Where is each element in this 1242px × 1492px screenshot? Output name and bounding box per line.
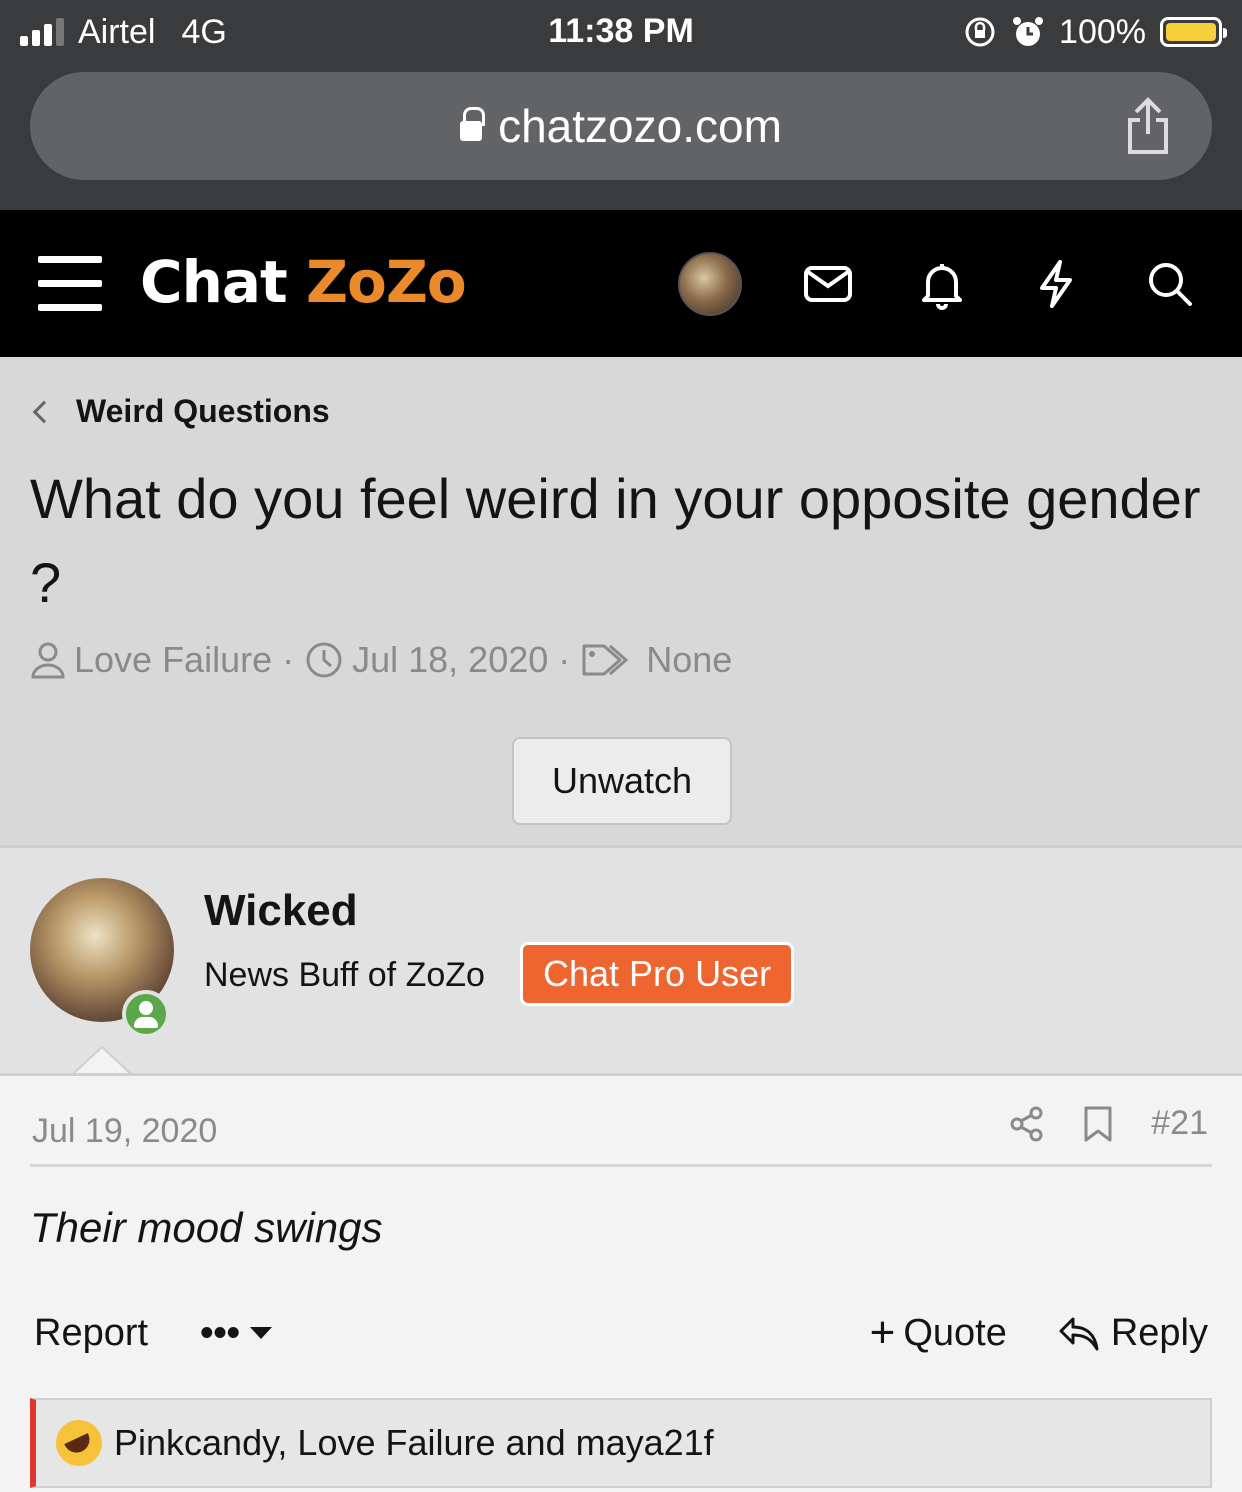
thread-date[interactable]: Jul 18, 2020: [352, 639, 548, 681]
search-icon[interactable]: [1142, 256, 1198, 312]
post-user-block: Wicked News Buff of ZoZo Chat Pro User: [0, 845, 1242, 1073]
post-username[interactable]: Wicked: [204, 886, 358, 936]
unwatch-button[interactable]: Unwatch: [512, 737, 732, 825]
breadcrumb[interactable]: Weird Questions: [30, 393, 330, 430]
reply-label: Reply: [1110, 1311, 1208, 1354]
post-date[interactable]: Jul 19, 2020: [32, 1112, 217, 1151]
post-body: Jul 19, 2020 #21 Their mood swings Repor…: [0, 1073, 1242, 1492]
battery-icon: [1160, 17, 1227, 47]
battery-percent: 100%: [1059, 12, 1146, 51]
thread-tags: None: [646, 639, 733, 680]
online-status-icon: [122, 990, 170, 1038]
clock-icon: [306, 642, 342, 678]
user-title: News Buff of ZoZo: [204, 956, 485, 994]
account-avatar[interactable]: [678, 252, 742, 316]
more-options-button[interactable]: •••: [200, 1312, 272, 1355]
url-bar[interactable]: chatzozo.com: [30, 72, 1212, 180]
chevron-left-icon: [32, 400, 56, 423]
site-logo[interactable]: Chat ZoZo: [140, 248, 467, 316]
site-header: Chat ZoZo: [0, 210, 1242, 357]
thread-title: What do you feel weird in your opposite …: [30, 467, 1201, 614]
post-actions: Report ••• + Quote Reply: [34, 1308, 1208, 1358]
laughing-emoji-icon: [56, 1420, 102, 1466]
reply-icon: [1059, 1317, 1099, 1351]
reactions-bar[interactable]: Pinkcandy, Love Failure and maya21f: [30, 1398, 1212, 1488]
quote-button[interactable]: + Quote: [870, 1311, 1007, 1355]
lock-icon: [460, 107, 486, 143]
url-text: chatzozo.com: [498, 100, 782, 152]
share-icon[interactable]: [1124, 96, 1172, 156]
thread-author[interactable]: Love Failure: [74, 639, 272, 681]
quote-label: Quote: [903, 1311, 1007, 1354]
reply-button[interactable]: Reply: [1057, 1312, 1208, 1355]
breadcrumb-label: Weird Questions: [76, 393, 330, 429]
report-button[interactable]: Report: [34, 1312, 148, 1355]
share-icon[interactable]: [1009, 1105, 1045, 1143]
rotation-lock-icon: [965, 17, 995, 47]
pointer-arrow: [72, 1046, 132, 1076]
alarm-icon: [1013, 17, 1044, 46]
plus-icon: +: [869, 1308, 896, 1357]
post-tools: #21: [1009, 1104, 1208, 1143]
lightning-icon[interactable]: [1028, 256, 1084, 312]
more-label: •••: [200, 1311, 240, 1354]
post-number[interactable]: #21: [1151, 1104, 1208, 1143]
thread-meta: Love Failure · Jul 18, 2020 · None: [30, 639, 732, 681]
divider: [30, 1164, 1212, 1167]
user-icon: [31, 642, 65, 679]
mail-icon[interactable]: [800, 256, 856, 312]
bell-icon[interactable]: [914, 256, 970, 312]
status-right: 100%: [963, 12, 1227, 52]
post-message: Their mood swings: [30, 1204, 383, 1251]
reactions-text: Pinkcandy, Love Failure and maya21f: [114, 1422, 714, 1463]
caret-down-icon: [249, 1327, 272, 1339]
browser-chrome: Airtel 4G 11:38 PM 100% chatzozo.com: [0, 0, 1242, 210]
menu-icon[interactable]: [38, 256, 102, 318]
thread-header: Weird Questions What do you feel weird i…: [0, 357, 1242, 845]
tags-icon: [582, 644, 629, 676]
bookmark-icon[interactable]: [1083, 1105, 1113, 1143]
user-badge: Chat Pro User: [520, 942, 795, 1006]
